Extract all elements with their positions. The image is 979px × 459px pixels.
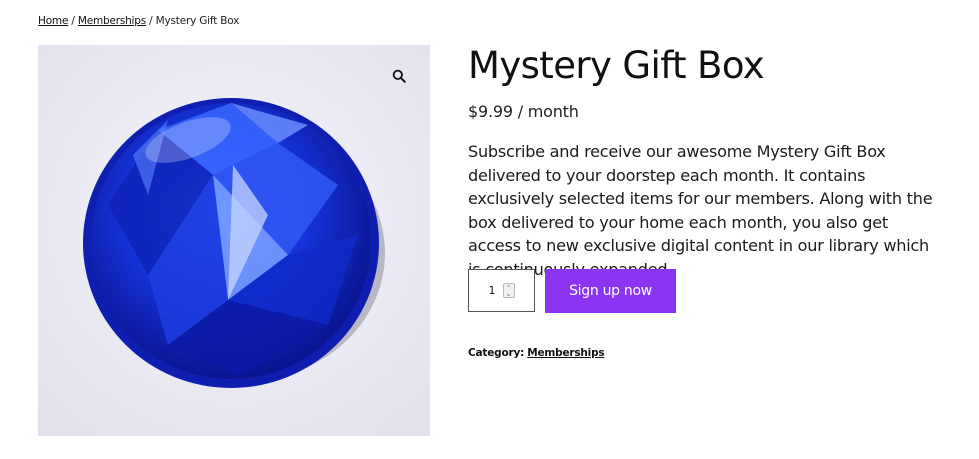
category-label: Category:: [468, 347, 525, 359]
product-image-gallery[interactable]: [38, 45, 430, 436]
product-meta: Category: Memberships: [468, 347, 605, 359]
breadcrumb: Home / Memberships / Mystery Gift Box: [38, 15, 239, 27]
quantity-value: 1: [488, 284, 496, 297]
blue-gem-image: [38, 45, 430, 436]
product-price: $9.99 / month: [468, 102, 579, 121]
zoom-button[interactable]: [389, 66, 409, 86]
breadcrumb-category-link[interactable]: Memberships: [78, 15, 146, 27]
breadcrumb-separator: /: [68, 15, 78, 27]
breadcrumb-separator: /: [146, 15, 156, 27]
magnifier-icon: [392, 69, 406, 83]
breadcrumb-current: Mystery Gift Box: [155, 15, 240, 27]
stepper-down-icon[interactable]: ⌄: [506, 290, 512, 297]
product-description: Subscribe and receive our awesome Myster…: [468, 142, 933, 279]
sign-up-button[interactable]: Sign up now: [545, 269, 676, 313]
product-title: Mystery Gift Box: [468, 44, 765, 87]
breadcrumb-home-link[interactable]: Home: [38, 15, 68, 27]
quantity-input[interactable]: 1 ⌃ ⌄: [468, 269, 535, 312]
category-link[interactable]: Memberships: [527, 347, 604, 359]
quantity-stepper[interactable]: ⌃ ⌄: [502, 283, 515, 298]
product-summary: Mystery Gift Box $9.99 / month Subscribe…: [468, 44, 948, 359]
